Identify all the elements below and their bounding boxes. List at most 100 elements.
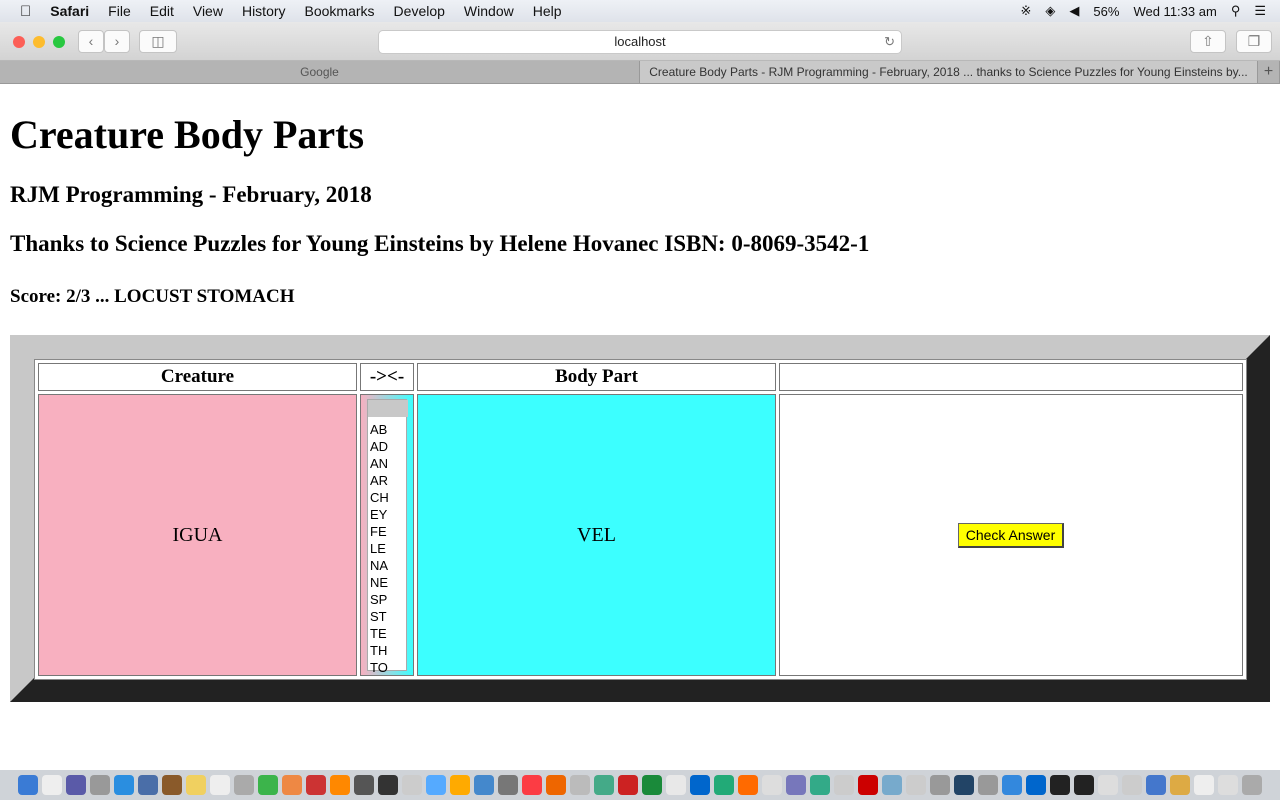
dock-app-icon[interactable] xyxy=(546,775,566,795)
select-option[interactable]: TH xyxy=(370,642,406,659)
dock-app-icon[interactable] xyxy=(882,775,902,795)
tabs-icon[interactable]: ❐ xyxy=(1236,30,1272,53)
dock-app-icon[interactable] xyxy=(330,775,350,795)
select-option[interactable]: NA xyxy=(370,557,406,574)
dock-app-icon[interactable] xyxy=(282,775,302,795)
dock-app-icon[interactable] xyxy=(234,775,254,795)
dock-app-icon[interactable] xyxy=(1218,775,1238,795)
dock-app-icon[interactable] xyxy=(954,775,974,795)
apple-icon[interactable]:  xyxy=(20,3,31,20)
menu-develop[interactable]: Develop xyxy=(394,3,445,19)
dock-app-icon[interactable] xyxy=(450,775,470,795)
dock-app-icon[interactable] xyxy=(186,775,206,795)
dock-app-icon[interactable] xyxy=(1002,775,1022,795)
bluetooth-icon[interactable]: ※ xyxy=(1021,3,1032,19)
select-option[interactable]: AD xyxy=(370,438,406,455)
dock-app-icon[interactable] xyxy=(666,775,686,795)
zoom-button[interactable] xyxy=(53,36,65,48)
dock-app-icon[interactable] xyxy=(522,775,542,795)
select-option[interactable]: AB xyxy=(370,421,406,438)
dock-app-icon[interactable] xyxy=(1242,775,1262,795)
dock-app-icon[interactable] xyxy=(834,775,854,795)
dock-app-icon[interactable] xyxy=(426,775,446,795)
battery-percent[interactable]: 56% xyxy=(1093,4,1119,19)
dock-app-icon[interactable] xyxy=(402,775,422,795)
forward-icon[interactable]: › xyxy=(104,30,130,53)
dock-app-icon[interactable] xyxy=(738,775,758,795)
dock-app-icon[interactable] xyxy=(786,775,806,795)
dock-app-icon[interactable] xyxy=(42,775,62,795)
minimize-button[interactable] xyxy=(33,36,45,48)
dock-app-icon[interactable] xyxy=(138,775,158,795)
volume-icon[interactable]: ◀ xyxy=(1069,3,1079,19)
select-option[interactable]: AN xyxy=(370,455,406,472)
select-option[interactable]: TE xyxy=(370,625,406,642)
select-option[interactable]: LE xyxy=(370,540,406,557)
dock-app-icon[interactable] xyxy=(66,775,86,795)
dock-app-icon[interactable] xyxy=(474,775,494,795)
dock-app-icon[interactable] xyxy=(162,775,182,795)
dock-app-icon[interactable] xyxy=(714,775,734,795)
tab-google[interactable]: Google xyxy=(0,61,640,83)
wifi-icon[interactable]: ◈ xyxy=(1045,3,1055,19)
select-option[interactable]: CH xyxy=(370,489,406,506)
dock-app-icon[interactable] xyxy=(906,775,926,795)
dock-app-icon[interactable] xyxy=(1122,775,1142,795)
menu-edit[interactable]: Edit xyxy=(150,3,174,19)
search-icon[interactable]: ⚲ xyxy=(1231,3,1241,19)
dock-app-icon[interactable] xyxy=(114,775,134,795)
dock-app-icon[interactable] xyxy=(858,775,878,795)
dock-app-icon[interactable] xyxy=(1050,775,1070,795)
dock-app-icon[interactable] xyxy=(378,775,398,795)
dock-app-icon[interactable] xyxy=(642,775,662,795)
dock-app-icon[interactable] xyxy=(930,775,950,795)
dock-app-icon[interactable] xyxy=(18,775,38,795)
select-option[interactable]: TO xyxy=(370,659,406,676)
tab-creature-body-parts[interactable]: Creature Body Parts - RJM Programming - … xyxy=(640,61,1258,83)
select-option[interactable]: FE xyxy=(370,523,406,540)
select-option[interactable]: AR xyxy=(370,472,406,489)
menu-window[interactable]: Window xyxy=(464,3,514,19)
dock-app-icon[interactable] xyxy=(498,775,518,795)
new-tab-button[interactable]: + xyxy=(1258,61,1280,83)
dock-app-icon[interactable] xyxy=(258,775,278,795)
dock-app-icon[interactable] xyxy=(1194,775,1214,795)
menu-file[interactable]: File xyxy=(108,3,131,19)
dock-app-icon[interactable] xyxy=(978,775,998,795)
dock-app-icon[interactable] xyxy=(1170,775,1190,795)
dock-app-icon[interactable] xyxy=(90,775,110,795)
dock-app-icon[interactable] xyxy=(1146,775,1166,795)
clock[interactable]: Wed 11:33 am xyxy=(1133,4,1216,19)
sidebar-icon[interactable]: ◫ xyxy=(139,30,177,53)
close-button[interactable] xyxy=(13,36,25,48)
dock-app-icon[interactable] xyxy=(306,775,326,795)
dock-app-icon[interactable] xyxy=(690,775,710,795)
select-option[interactable] xyxy=(368,400,408,417)
menu-view[interactable]: View xyxy=(193,3,223,19)
menu-history[interactable]: History xyxy=(242,3,286,19)
reload-icon[interactable]: ↻ xyxy=(884,31,895,53)
menu-bookmarks[interactable]: Bookmarks xyxy=(305,3,375,19)
select-option[interactable]: EY xyxy=(370,506,406,523)
menu-help[interactable]: Help xyxy=(533,3,562,19)
select-option[interactable]: NE xyxy=(370,574,406,591)
dock-app-icon[interactable] xyxy=(1074,775,1094,795)
dock-app-icon[interactable] xyxy=(1026,775,1046,795)
back-icon[interactable]: ‹ xyxy=(78,30,104,53)
address-bar[interactable]: localhost ↻ xyxy=(378,30,902,54)
dock-app-icon[interactable] xyxy=(210,775,230,795)
dock-app-icon[interactable] xyxy=(354,775,374,795)
check-answer-button[interactable]: Check Answer xyxy=(957,522,1065,548)
dock-app-icon[interactable] xyxy=(570,775,590,795)
dock-app-icon[interactable] xyxy=(810,775,830,795)
syllable-select[interactable]: AB AD AN AR CH EY FE LE NA NE SP ST TE TH TO xyxy=(367,399,408,675)
dock-app-icon[interactable] xyxy=(618,775,638,795)
select-option[interactable]: ST xyxy=(370,608,406,625)
select-option[interactable]: SP xyxy=(370,591,406,608)
list-icon[interactable]: ☰ xyxy=(1254,3,1266,19)
dock-app-icon[interactable] xyxy=(594,775,614,795)
dock-app-icon[interactable] xyxy=(1098,775,1118,795)
dock-app-icon[interactable] xyxy=(762,775,782,795)
share-icon[interactable]: ⇧ xyxy=(1190,30,1226,53)
menu-safari[interactable]: Safari xyxy=(50,3,89,19)
